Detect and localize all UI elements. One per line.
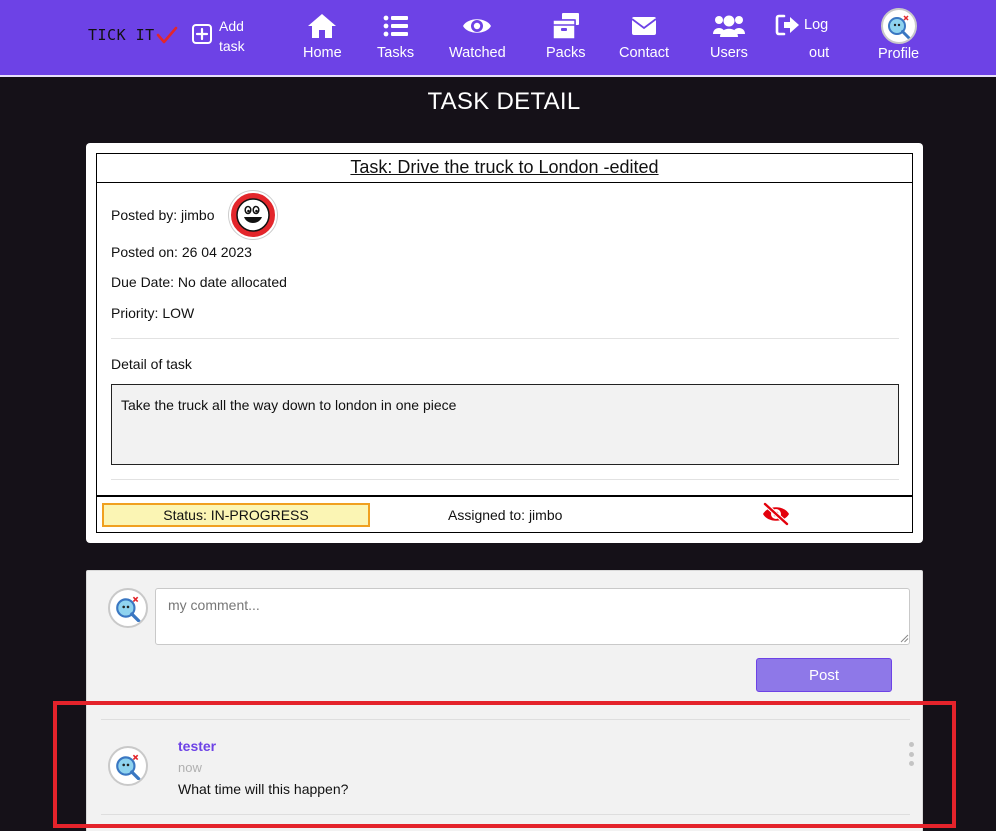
nav-add-task[interactable]: Add task: [191, 16, 245, 56]
unwatch-button[interactable]: [761, 501, 791, 531]
nav-add-task-label-line2: task: [219, 38, 245, 54]
task-title: Task: Drive the truck to London -edited: [97, 154, 912, 183]
poster-avatar[interactable]: [229, 191, 277, 239]
nav-logout-label-line2: out: [809, 45, 830, 61]
brand-text: TICK IT: [88, 26, 155, 44]
comment-more-options-icon[interactable]: [907, 742, 915, 766]
nav-home[interactable]: Home: [303, 11, 342, 61]
comment-timestamp: now: [178, 760, 202, 775]
magnifier-avatar-icon: [887, 15, 911, 39]
nav-profile[interactable]: Profile: [878, 8, 919, 62]
current-user-avatar[interactable]: [108, 588, 148, 628]
task-detail-text: Take the truck all the way down to londo…: [111, 384, 899, 465]
status-badge: Status: IN-PROGRESS: [102, 503, 370, 527]
nav-home-label: Home: [303, 45, 342, 61]
brand-logo[interactable]: TICK IT: [88, 25, 178, 45]
boxes-icon: [552, 13, 579, 40]
comment-author-avatar[interactable]: [108, 746, 148, 786]
nav-tasks[interactable]: Tasks: [377, 11, 414, 61]
nav-packs[interactable]: Packs: [546, 11, 586, 61]
navbar: TICK IT Add task Home Tasks Watched Pack…: [0, 0, 996, 77]
page-title: TASK DETAIL: [427, 88, 581, 115]
comment-text: What time will this happen?: [178, 781, 349, 797]
sign-out-icon: [775, 14, 799, 36]
task-detail-frame: Task: Drive the truck to London -edited …: [96, 153, 913, 533]
priority: Priority: LOW: [111, 305, 195, 321]
eye-slash-icon: [762, 501, 790, 527]
nav-watched-label: Watched: [449, 45, 506, 61]
comments-card: Post tester now What time will this happ…: [86, 570, 923, 831]
nav-contact-label: Contact: [619, 45, 669, 61]
magnifier-avatar-icon: [116, 754, 141, 780]
checkmark-icon: [156, 26, 178, 44]
nav-add-task-label-line1: Add: [219, 18, 244, 34]
detail-label: Detail of task: [111, 356, 192, 372]
nav-contact[interactable]: Contact: [619, 11, 669, 61]
task-card: Task: Drive the truck to London -edited …: [86, 143, 923, 543]
due-date: Due Date: No date allocated: [111, 274, 287, 290]
profile-avatar: [880, 8, 917, 44]
assigned-to: Assigned to: jimbo: [448, 507, 563, 523]
smiley-face-icon: [236, 198, 270, 232]
home-icon: [308, 14, 337, 38]
divider: [111, 479, 899, 480]
nav-logout-label-line1: Log: [804, 17, 829, 33]
nav-users-label: Users: [710, 45, 748, 61]
eye-icon: [463, 19, 492, 33]
nav-users[interactable]: Users: [710, 11, 748, 61]
task-footer: Status: IN-PROGRESS Assigned to: jimbo: [97, 495, 912, 532]
resize-grip-icon[interactable]: [900, 634, 909, 643]
nav-profile-label: Profile: [878, 46, 920, 62]
divider: [101, 814, 910, 815]
nav-packs-label: Packs: [546, 45, 586, 61]
post-comment-button[interactable]: Post: [756, 658, 892, 692]
magnifier-avatar-icon: [116, 596, 141, 622]
plus-square-icon: [192, 24, 212, 44]
comment-input[interactable]: [155, 588, 910, 645]
list-icon: [383, 15, 408, 37]
posted-by: Posted by: jimbo: [111, 207, 215, 223]
nav-watched[interactable]: Watched: [449, 11, 506, 61]
divider: [111, 338, 899, 339]
posted-on: Posted on: 26 04 2023: [111, 244, 252, 260]
nav-tasks-label: Tasks: [377, 45, 415, 61]
divider: [101, 719, 910, 720]
nav-logout[interactable]: Log out: [775, 13, 829, 61]
envelope-icon: [631, 17, 657, 35]
users-icon: [712, 15, 745, 37]
comment-author[interactable]: tester: [178, 738, 216, 754]
